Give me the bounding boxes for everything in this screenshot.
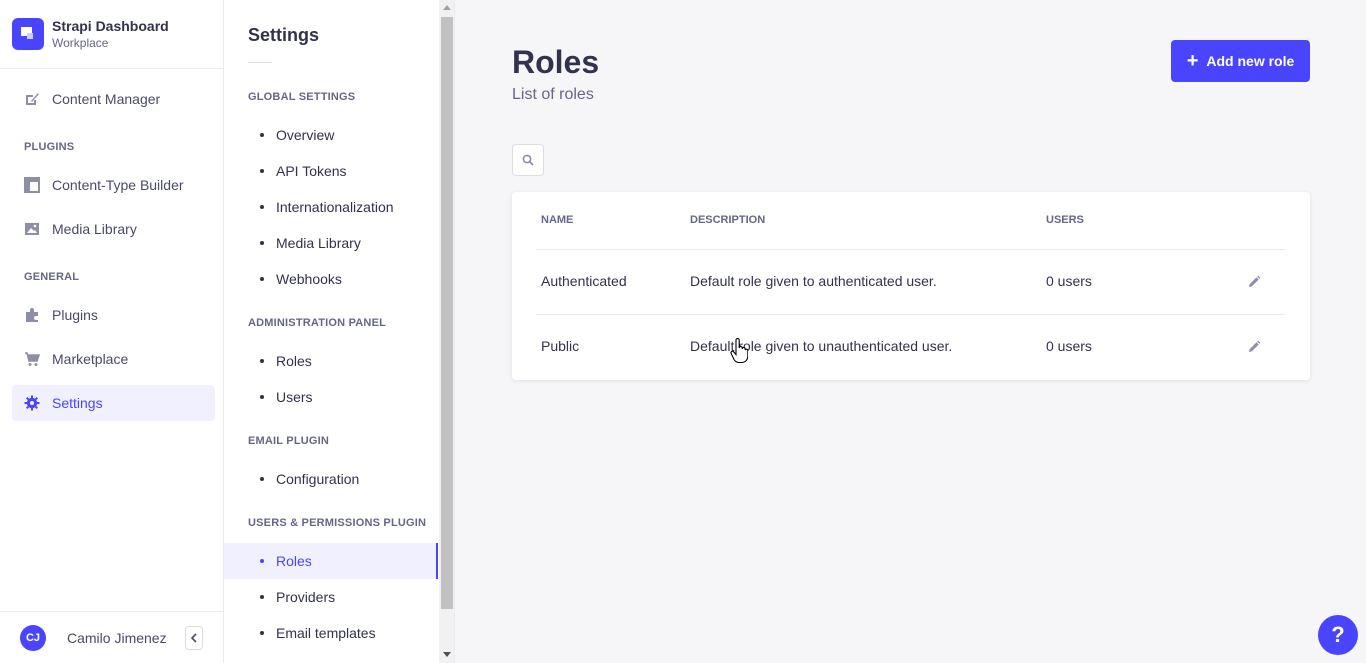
user-profile[interactable]: CJ Camilo Jimenez bbox=[0, 611, 223, 663]
scroll-thumb[interactable] bbox=[441, 17, 453, 609]
subnav-item-media-library[interactable]: Media Library bbox=[224, 225, 438, 261]
page-title: Roles bbox=[512, 44, 600, 80]
table-row[interactable]: Public Default role given to unauthentic… bbox=[536, 314, 1285, 379]
table-row[interactable]: Authenticated Default role given to auth… bbox=[536, 249, 1285, 314]
subnav-scrollbar[interactable] bbox=[439, 0, 454, 663]
subnav-item-admin-roles[interactable]: Roles bbox=[224, 343, 438, 379]
scroll-down-arrow-icon[interactable] bbox=[443, 652, 451, 657]
image-icon bbox=[24, 221, 40, 237]
section-global-settings: GLOBAL SETTINGS bbox=[248, 91, 356, 103]
gear-icon bbox=[24, 395, 40, 411]
nav-item-media-library[interactable]: Media Library bbox=[12, 211, 215, 247]
puzzle-icon bbox=[24, 307, 40, 323]
subnav-item-up-roles[interactable]: Roles bbox=[224, 543, 438, 579]
profile-name: Camilo Jimenez bbox=[67, 629, 167, 646]
divider bbox=[248, 62, 272, 63]
layout-icon bbox=[24, 177, 40, 193]
section-email-plugin: EMAIL PLUGIN bbox=[248, 435, 330, 447]
plus-icon: + bbox=[1186, 50, 1199, 72]
brand-title: Strapi Dashboard bbox=[52, 17, 169, 34]
add-new-role-button[interactable]: + Add new role bbox=[1171, 40, 1310, 82]
scroll-up-arrow-icon[interactable] bbox=[443, 5, 451, 10]
column-header-name[interactable]: NAME bbox=[541, 214, 573, 226]
nav-item-settings[interactable]: Settings bbox=[12, 385, 215, 421]
subnav-item-users[interactable]: Users bbox=[224, 379, 438, 415]
add-button-label: Add new role bbox=[1206, 53, 1295, 69]
nav-label: Content-Type Builder bbox=[52, 177, 184, 193]
subnav-item-providers[interactable]: Providers bbox=[224, 579, 438, 615]
main-navigation: Strapi Dashboard Workplace Content Manag… bbox=[0, 0, 224, 663]
subnav-item-webhooks[interactable]: Webhooks bbox=[224, 261, 438, 297]
search-button[interactable] bbox=[512, 144, 544, 176]
subnav-item-configuration[interactable]: Configuration bbox=[224, 461, 438, 497]
collapse-nav-button[interactable] bbox=[185, 626, 203, 650]
section-administration-panel: ADMINISTRATION PANEL bbox=[248, 317, 387, 329]
role-users: 0 users bbox=[1046, 338, 1092, 354]
page-subtitle: List of roles bbox=[512, 86, 594, 103]
nav-label: Settings bbox=[52, 395, 103, 411]
column-header-description[interactable]: DESCRIPTION bbox=[690, 214, 765, 226]
brand-subtitle: Workplace bbox=[52, 35, 109, 50]
shopping-cart-icon bbox=[24, 351, 40, 367]
nav-label: Content Manager bbox=[52, 91, 161, 107]
nav-section-general: GENERAL bbox=[24, 271, 80, 283]
role-description: Default role given to authenticated user… bbox=[690, 273, 937, 289]
feather-icon bbox=[24, 91, 40, 107]
help-button[interactable]: ? bbox=[1318, 615, 1358, 655]
brand-header[interactable]: Strapi Dashboard Workplace bbox=[0, 0, 223, 69]
role-users: 0 users bbox=[1046, 273, 1092, 289]
subnav-item-email-templates[interactable]: Email templates bbox=[224, 615, 438, 651]
subnav-title: Settings bbox=[248, 25, 320, 45]
nav-item-plugins[interactable]: Plugins bbox=[12, 297, 215, 333]
chevron-left-icon bbox=[190, 633, 197, 643]
strapi-logo-icon bbox=[12, 18, 44, 50]
hand-cursor-icon bbox=[730, 338, 748, 364]
roles-table: NAME DESCRIPTION USERS Authenticated Def… bbox=[512, 192, 1310, 380]
edit-pencil-icon[interactable] bbox=[1246, 274, 1262, 290]
nav-label: Plugins bbox=[52, 307, 98, 323]
nav-item-content-type-builder[interactable]: Content-Type Builder bbox=[12, 167, 215, 203]
nav-section-plugins: PLUGINS bbox=[24, 141, 75, 153]
column-header-users[interactable]: USERS bbox=[1046, 214, 1084, 226]
role-name: Authenticated bbox=[541, 273, 627, 289]
edit-pencil-icon[interactable] bbox=[1246, 339, 1262, 355]
subnav-item-overview[interactable]: Overview bbox=[224, 117, 438, 153]
nav-item-marketplace[interactable]: Marketplace bbox=[12, 341, 215, 377]
settings-subnav: Settings GLOBAL SETTINGS Overview API To… bbox=[224, 0, 455, 663]
section-users-permissions-plugin: USERS & PERMISSIONS PLUGIN bbox=[248, 517, 427, 529]
nav-label: Media Library bbox=[52, 221, 137, 237]
nav-label: Marketplace bbox=[52, 351, 129, 367]
avatar: CJ bbox=[20, 624, 46, 651]
search-icon bbox=[522, 154, 534, 166]
subnav-item-internationalization[interactable]: Internationalization bbox=[224, 189, 438, 225]
subnav-item-api-tokens[interactable]: API Tokens bbox=[224, 153, 438, 189]
nav-item-content-manager[interactable]: Content Manager bbox=[12, 81, 215, 117]
role-name: Public bbox=[541, 338, 580, 354]
